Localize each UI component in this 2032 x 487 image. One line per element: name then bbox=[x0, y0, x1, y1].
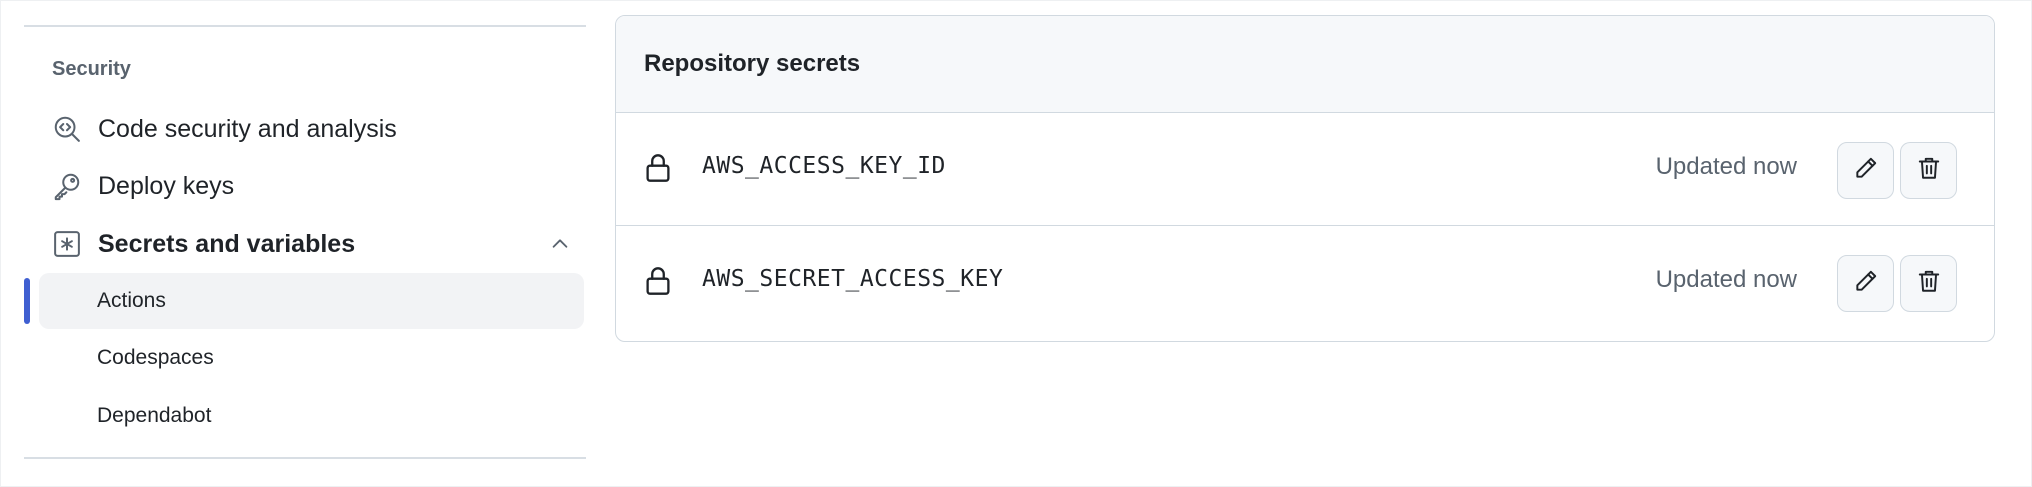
settings-sidebar: Security Code security and analysis Depl… bbox=[24, 0, 586, 487]
codescan-icon bbox=[52, 114, 82, 144]
trash-icon bbox=[1916, 268, 1942, 299]
sidebar-subitem-label: Codespaces bbox=[97, 346, 214, 369]
sidebar-item-deploy-keys[interactable]: Deploy keys bbox=[52, 164, 582, 208]
sidebar-item-label: Deploy keys bbox=[98, 171, 235, 200]
secret-updated-status: Updated now bbox=[1655, 266, 1797, 293]
chevron-up-icon[interactable] bbox=[546, 230, 574, 258]
sidebar-item-secrets-and-variables[interactable]: Secrets and variables bbox=[52, 222, 582, 266]
secret-updated-status: Updated now bbox=[1655, 153, 1797, 180]
lock-icon bbox=[644, 153, 672, 183]
pencil-icon bbox=[1853, 155, 1879, 186]
sidebar-subitem-label: Dependabot bbox=[97, 404, 212, 427]
lock-icon bbox=[644, 266, 672, 296]
panel-header: Repository secrets bbox=[616, 16, 1994, 113]
sidebar-subitem-actions[interactable]: Actions bbox=[39, 273, 584, 329]
delete-secret-button[interactable] bbox=[1900, 142, 1957, 199]
delete-secret-button[interactable] bbox=[1900, 255, 1957, 312]
sidebar-section-heading: Security bbox=[52, 58, 131, 80]
secret-row: AWS_ACCESS_KEY_ID Updated now bbox=[616, 113, 1994, 226]
key-icon bbox=[52, 171, 82, 201]
sidebar-subitem-codespaces[interactable]: Codespaces bbox=[39, 330, 584, 386]
secret-name: AWS_ACCESS_KEY_ID bbox=[702, 153, 946, 179]
sidebar-item-label: Code security and analysis bbox=[98, 114, 397, 143]
secret-name: AWS_SECRET_ACCESS_KEY bbox=[702, 266, 1004, 292]
sidebar-item-label: Secrets and variables bbox=[98, 229, 356, 258]
sidebar-item-code-security[interactable]: Code security and analysis bbox=[52, 107, 582, 151]
active-item-indicator bbox=[24, 278, 30, 324]
repository-secrets-panel: Repository secrets AWS_ACCESS_KEY_ID Upd… bbox=[615, 15, 1995, 342]
sidebar-divider-top bbox=[24, 25, 586, 27]
panel-title: Repository secrets bbox=[644, 50, 861, 77]
trash-icon bbox=[1916, 155, 1942, 186]
sidebar-divider-bottom bbox=[24, 457, 586, 459]
edit-secret-button[interactable] bbox=[1837, 255, 1894, 312]
asterisk-icon bbox=[52, 229, 82, 259]
secret-row: AWS_SECRET_ACCESS_KEY Updated now bbox=[616, 226, 1994, 339]
pencil-icon bbox=[1853, 268, 1879, 299]
sidebar-subitem-label: Actions bbox=[97, 289, 166, 312]
edit-secret-button[interactable] bbox=[1837, 142, 1894, 199]
sidebar-subitem-dependabot[interactable]: Dependabot bbox=[39, 388, 584, 444]
